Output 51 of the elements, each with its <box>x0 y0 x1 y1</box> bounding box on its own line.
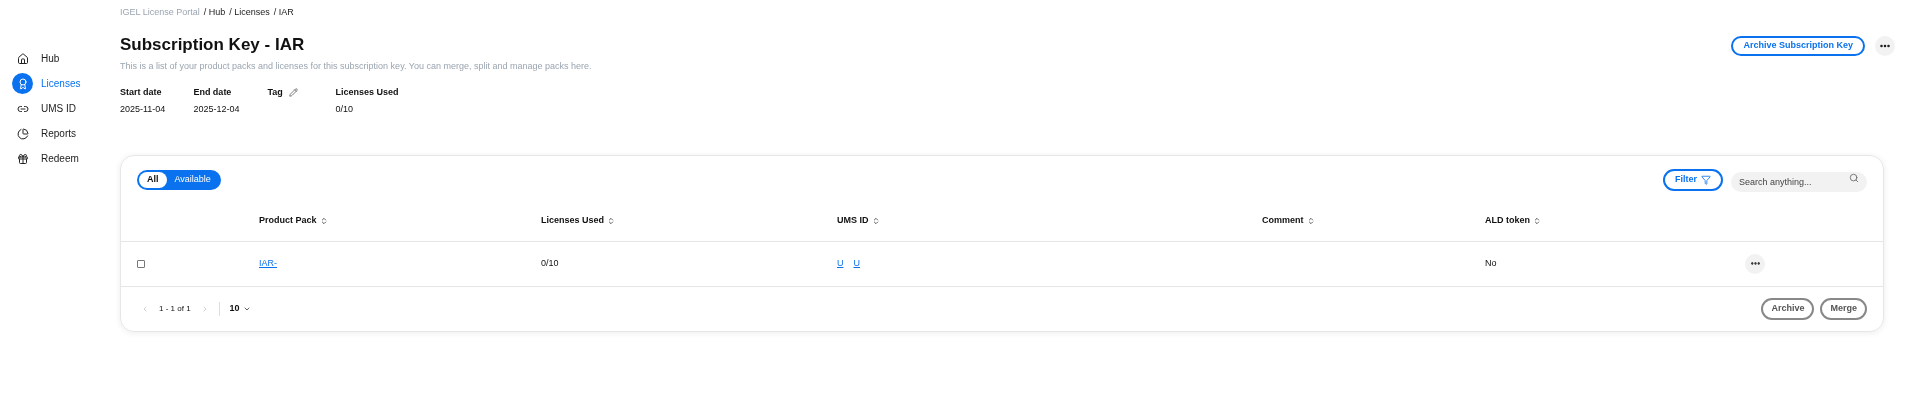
ums-id-link[interactable]: U <box>837 256 844 271</box>
pie-chart-icon <box>16 127 29 140</box>
sidebar-item[interactable]: UMS ID <box>12 98 120 119</box>
sidebar-item[interactable]: Reports <box>12 123 120 144</box>
detail-label: Tag <box>267 85 283 99</box>
award-icon <box>16 77 29 90</box>
sidebar-item[interactable]: Hub <box>12 48 120 69</box>
ums-id-link[interactable]: U <box>853 256 860 271</box>
detail-value: 0/10 <box>335 103 354 116</box>
page-size-select[interactable]: 10 <box>229 301 251 316</box>
row-checkbox[interactable] <box>137 259 145 268</box>
row-menu-button[interactable] <box>1745 253 1765 274</box>
toggle-option[interactable]: All <box>139 171 167 188</box>
detail-value: 2025-12-04 <box>193 103 240 116</box>
table-cell: 0/10 <box>541 257 559 268</box>
breadcrumb-link[interactable]: / Licenses <box>229 6 270 20</box>
archive-key-button[interactable]: Archive Subscription Key <box>1731 36 1865 56</box>
detail-label: End date <box>193 85 232 99</box>
column-header: Comment <box>1262 214 1304 228</box>
breadcrumb-link[interactable]: / IAR <box>273 6 294 20</box>
search-icon <box>1849 172 1859 183</box>
sort-icon[interactable] <box>1306 217 1315 225</box>
sort-icon[interactable] <box>607 217 616 225</box>
product-pack-link[interactable]: IAR- <box>259 257 277 268</box>
column-header: Product Pack <box>259 214 317 228</box>
column-header: Licenses Used <box>541 214 605 228</box>
more-button[interactable] <box>1875 36 1895 56</box>
home-icon <box>16 52 29 65</box>
breadcrumb-link[interactable]: / Hub <box>203 6 226 20</box>
column-header: ALD token <box>1485 214 1530 228</box>
table-cell: No <box>1485 257 1497 268</box>
page-range: 1 - 1 of 1 <box>159 302 191 315</box>
footer-button[interactable]: Merge <box>1820 297 1867 320</box>
toggle-option[interactable]: Available <box>166 171 219 188</box>
detail-value: 2025-11-04 <box>120 103 166 116</box>
detail-label: Start date <box>120 85 162 99</box>
sort-icon[interactable] <box>1533 217 1541 225</box>
page-description: This is a list of your product packs and licenses for this subscription key. You can merge, split and manage packs here. <box>120 60 592 73</box>
filter-button[interactable]: Filter <box>1663 168 1723 191</box>
sidebar-item[interactable]: Redeem <box>12 148 120 169</box>
column-header: UMS ID <box>837 214 869 228</box>
sidebar-item[interactable]: Licenses <box>12 73 120 94</box>
edit-icon[interactable] <box>288 87 298 97</box>
sort-icon[interactable] <box>871 217 880 225</box>
gift-icon <box>16 152 29 165</box>
page-title: Subscription Key - IAR <box>120 34 306 56</box>
filter-icon <box>1701 174 1711 185</box>
footer-button[interactable]: Archive <box>1761 297 1815 320</box>
detail-label: Licenses Used <box>335 85 399 99</box>
sort-icon[interactable] <box>319 217 328 225</box>
search-field[interactable]: Search anything... <box>1731 171 1867 192</box>
